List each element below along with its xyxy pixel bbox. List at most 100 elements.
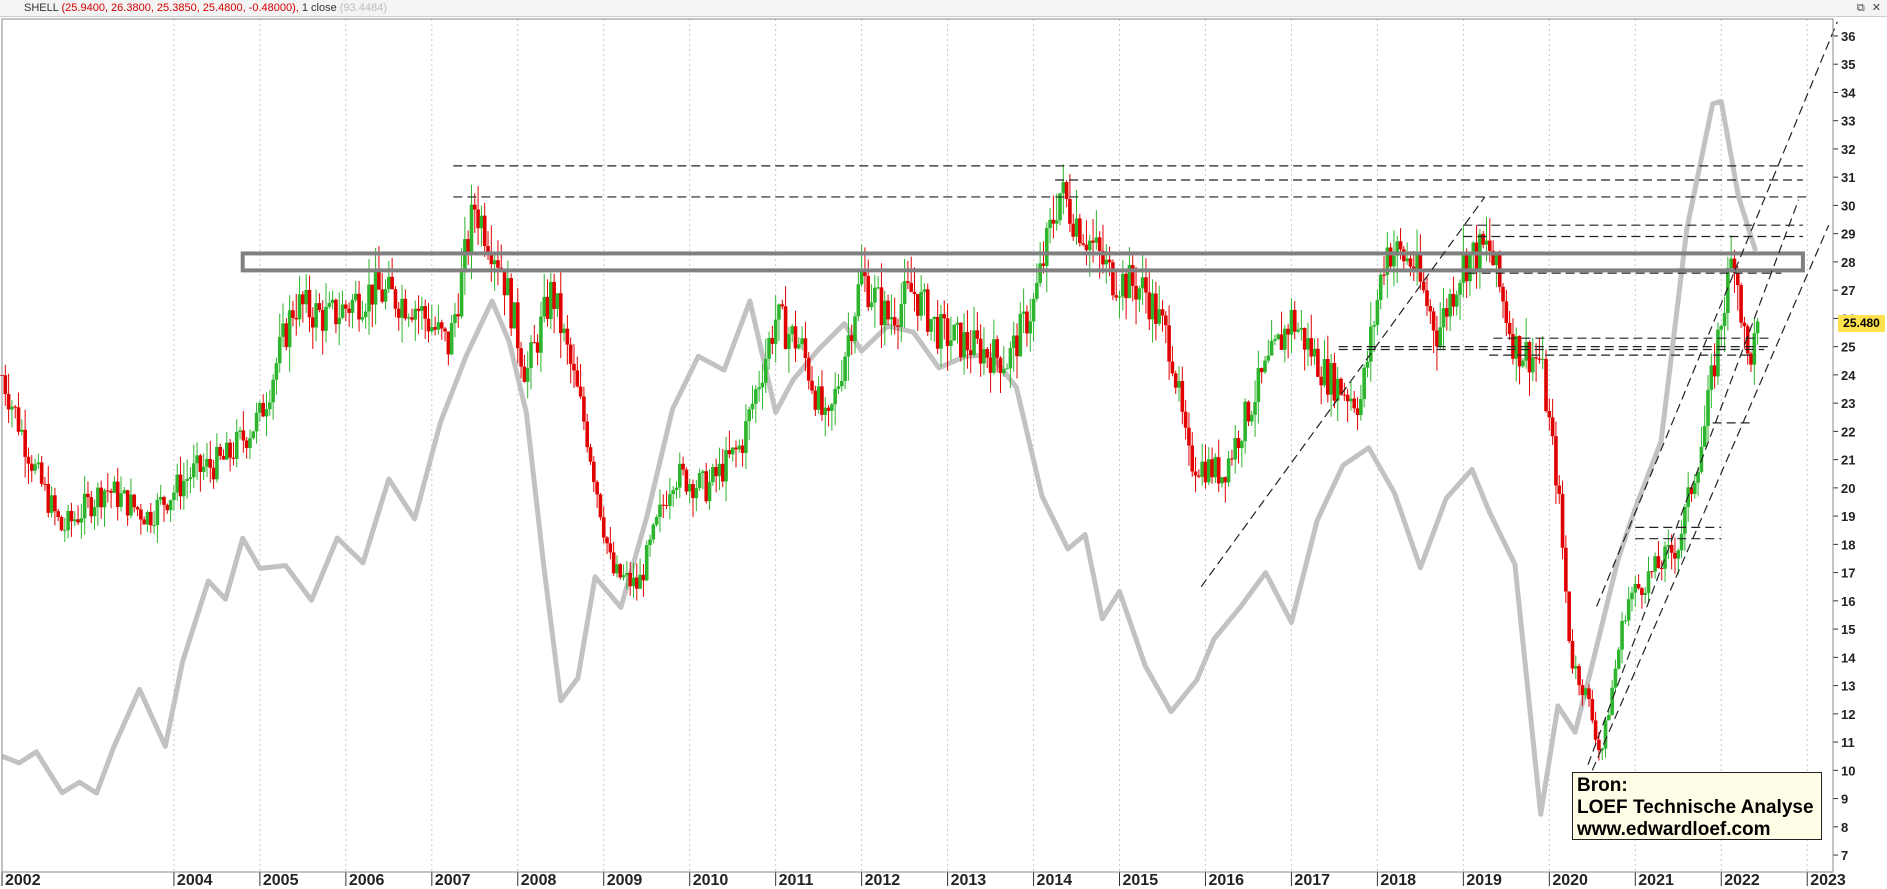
- candle-body: [790, 326, 794, 335]
- time-axis: 2002 2004 2005 2006 2007 2008 2009 2010 2011 2012…: [1, 872, 1846, 889]
- candle-body: [1692, 482, 1697, 494]
- candle-body: [72, 519, 77, 522]
- candle-body: [1223, 477, 1228, 483]
- overlay-series-line: [1, 98, 1758, 817]
- candle-body: [201, 466, 206, 472]
- candle-body: [1259, 368, 1264, 373]
- price-chart[interactable]: 7891011121314151617181920212223242526272…: [0, 17, 1887, 889]
- candle-body: [122, 490, 127, 494]
- symbol-label: SHELL: [24, 2, 59, 14]
- candle-body: [525, 368, 530, 382]
- candle-body: [797, 344, 801, 349]
- candle-body: [1005, 368, 1009, 370]
- candle-body: [1438, 327, 1443, 347]
- candle-body: [1679, 533, 1684, 551]
- candle-body: [1236, 438, 1241, 449]
- candle-body: [681, 463, 685, 470]
- candle-body: [1197, 475, 1201, 477]
- candle-body: [767, 337, 771, 359]
- candle-body: [294, 317, 299, 320]
- candle-body: [248, 438, 252, 448]
- candle-body: [595, 482, 599, 495]
- candle-body: [148, 511, 153, 526]
- candle-body: [86, 493, 90, 498]
- candle-body: [780, 304, 785, 307]
- candle-body: [519, 348, 523, 367]
- close-icon[interactable]: ✕: [1872, 2, 1881, 14]
- candle-body: [254, 412, 259, 432]
- candle-body: [1653, 556, 1657, 572]
- candle-body: [258, 403, 262, 413]
- candle-body: [82, 493, 87, 519]
- candle-body: [899, 304, 904, 327]
- candle-body: [198, 455, 203, 472]
- candle-body: [856, 284, 861, 317]
- candle-body: [1362, 367, 1366, 400]
- candle-body: [33, 464, 37, 471]
- candle-body: [1213, 457, 1218, 478]
- candle-body: [833, 388, 837, 405]
- candle-body: [1240, 441, 1244, 449]
- candle-body: [436, 322, 441, 330]
- candle-body: [1633, 583, 1638, 593]
- candle-body: [1659, 568, 1664, 570]
- candle-body: [377, 270, 381, 290]
- candle-body: [549, 281, 553, 319]
- candle-body: [1276, 334, 1281, 340]
- candle-body: [1150, 293, 1155, 320]
- candle-body: [575, 370, 580, 387]
- candle-body: [978, 338, 983, 364]
- candle-body: [552, 281, 556, 309]
- x-tick-label: 2005: [263, 872, 299, 889]
- x-tick-label: 2014: [1037, 872, 1073, 889]
- candle-body: [565, 328, 570, 345]
- candle-body: [777, 304, 781, 320]
- candle-body: [982, 349, 986, 364]
- candle-body: [314, 303, 318, 328]
- candle-body: [889, 317, 894, 320]
- candle-body: [215, 446, 219, 480]
- candle-body: [707, 482, 712, 502]
- pin-icon[interactable]: ⧉: [1857, 2, 1865, 14]
- candle-body: [820, 386, 824, 415]
- candle-body: [175, 474, 180, 493]
- x-tick-label: 2008: [521, 872, 557, 889]
- candle-body: [1028, 321, 1033, 334]
- candle-body: [142, 519, 146, 525]
- candle-body: [1517, 336, 1522, 367]
- candle-body: [218, 446, 223, 456]
- candle-body: [1283, 328, 1287, 350]
- candle-body: [472, 204, 477, 210]
- candle-body: [172, 492, 176, 501]
- candle-body: [420, 306, 424, 311]
- y-tick-label: 30: [1841, 198, 1855, 213]
- window-controls: ⧉ ✕: [1853, 0, 1881, 16]
- candle-body: [922, 289, 927, 292]
- candle-body: [1441, 308, 1446, 328]
- candle-body: [704, 471, 709, 502]
- candle-body: [1230, 458, 1234, 460]
- candle-body: [1620, 620, 1624, 650]
- candle-body: [1755, 321, 1760, 334]
- candle-body: [443, 328, 447, 332]
- chart-header: SHELL (25.9400, 26.3800, 25.3850, 25.480…: [0, 0, 1887, 17]
- candle-body: [1365, 361, 1370, 368]
- candle-body: [615, 564, 619, 574]
- candle-body: [1607, 714, 1611, 721]
- candle-body: [400, 298, 404, 318]
- candle-body: [1530, 357, 1535, 373]
- candle-body: [1256, 368, 1261, 403]
- indicator-label: 1 close: [298, 2, 337, 14]
- candle-body: [515, 302, 520, 349]
- candle-body: [1025, 311, 1029, 334]
- candle-body: [1448, 293, 1452, 317]
- candle-body: [347, 308, 351, 313]
- candle-body: [1735, 273, 1740, 286]
- candle-body: [754, 389, 758, 404]
- y-tick-label: 32: [1841, 142, 1855, 157]
- candle-body: [320, 310, 325, 331]
- y-tick-label: 8: [1841, 820, 1848, 835]
- candle-body: [363, 311, 368, 318]
- candle-body: [1246, 401, 1251, 422]
- candle-body: [1097, 237, 1102, 251]
